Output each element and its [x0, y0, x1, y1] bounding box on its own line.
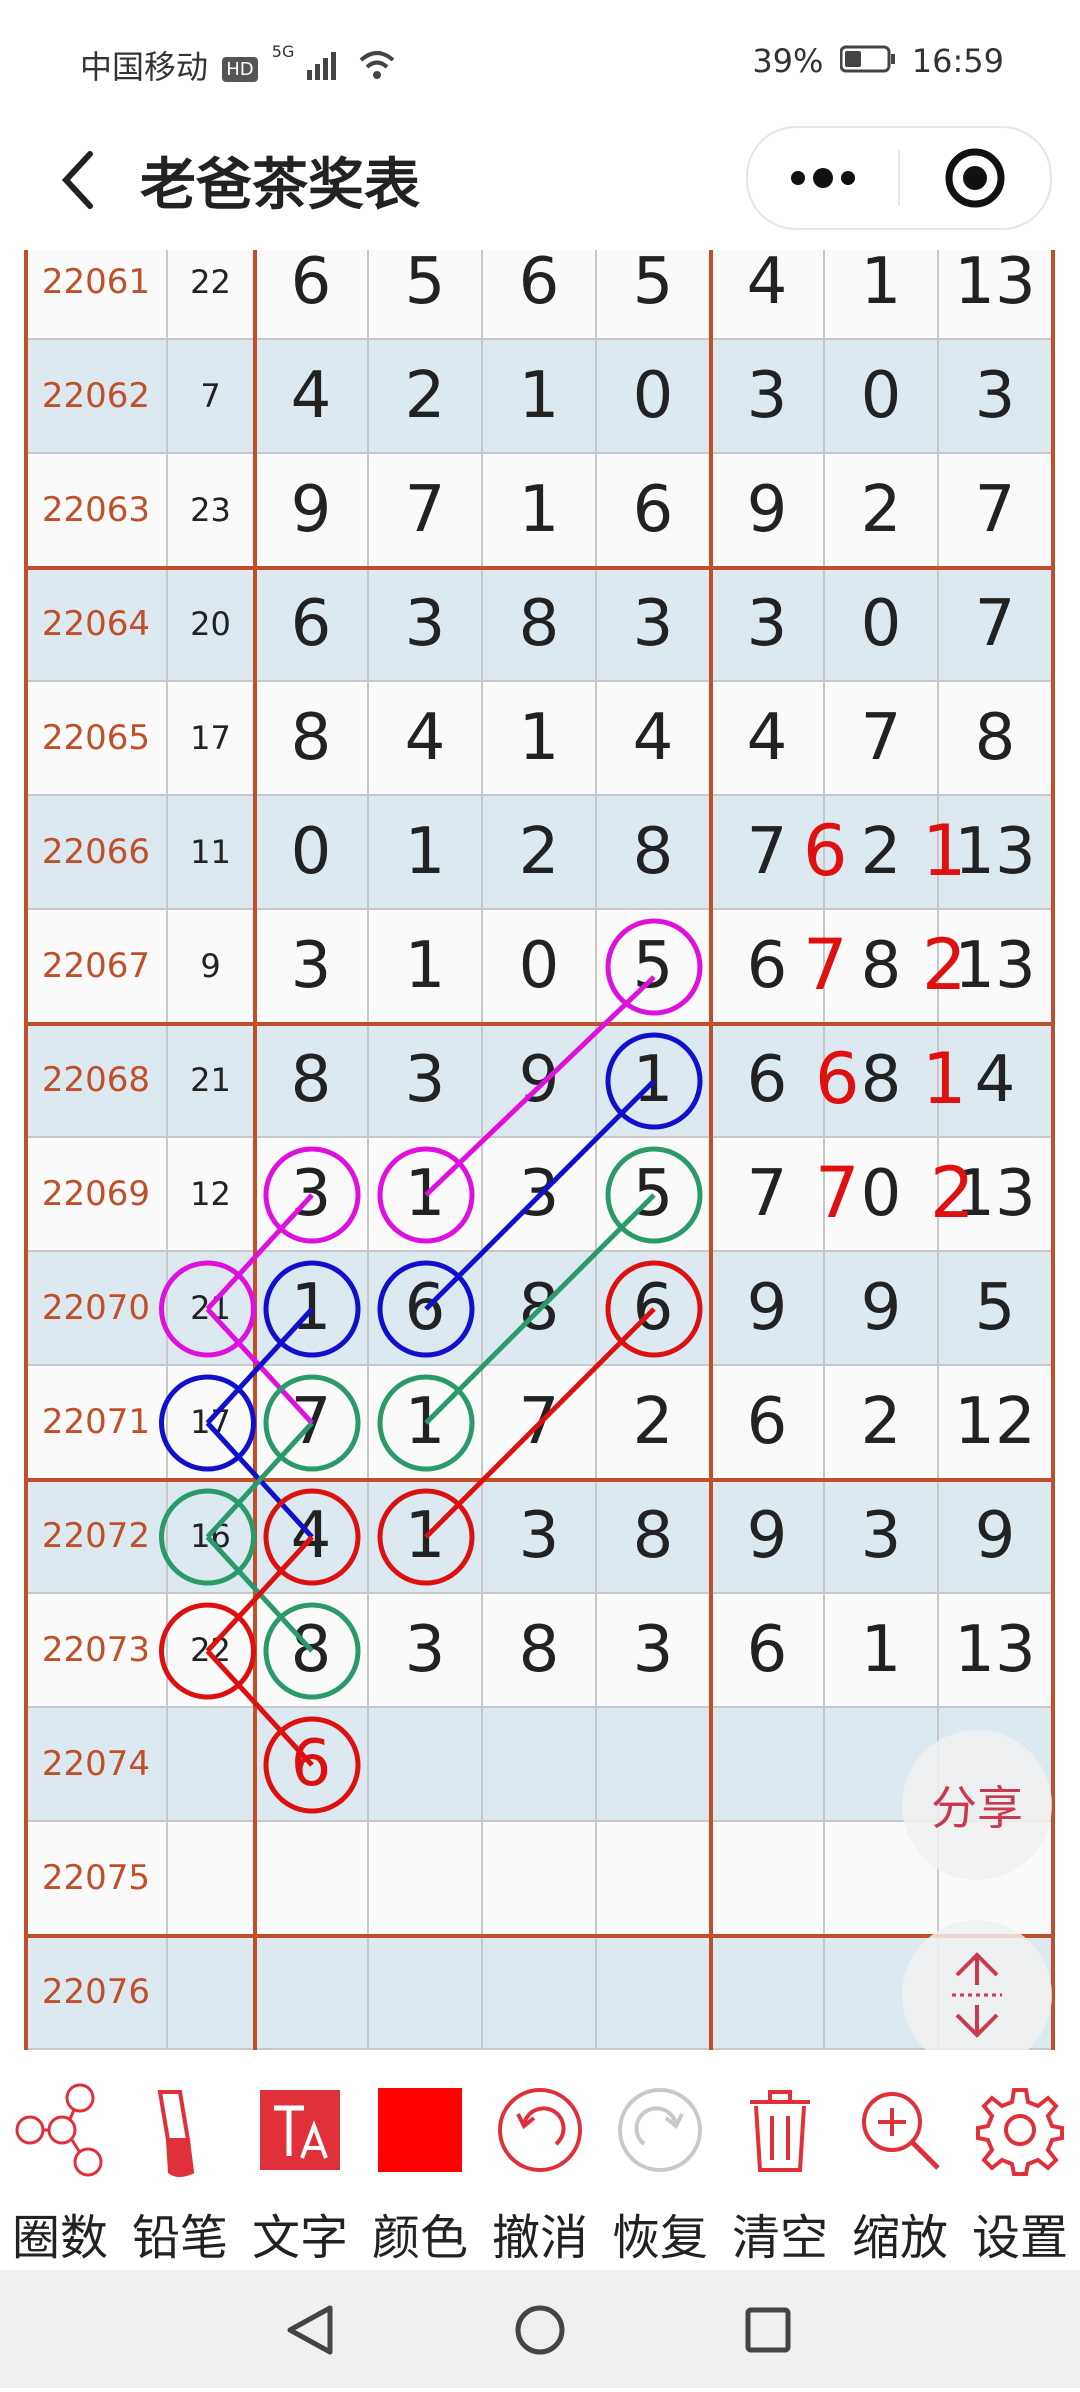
signal-icon	[306, 50, 341, 88]
battery-percent: 39%	[752, 42, 824, 80]
nav-recent-icon[interactable]	[745, 2307, 791, 2353]
mini-program-capsule	[746, 126, 1052, 230]
drawn-line	[205, 1193, 314, 1311]
toolbar-brush-button[interactable]: 铅笔	[120, 2050, 240, 2270]
status-right: 39% 16:59	[752, 42, 1004, 82]
record-target-icon	[945, 148, 1005, 208]
toolbar-label: 颜色	[371, 2210, 468, 2266]
trash-icon	[730, 2080, 830, 2180]
color-swatch-icon	[370, 2080, 470, 2180]
system-nav-bar	[0, 2270, 1080, 2388]
share-label: 分享	[931, 1781, 1023, 1835]
system-nav-icons	[287, 2305, 791, 2355]
toolbar-undo-button[interactable]: 撤消	[480, 2050, 600, 2270]
toolbar-redo-button[interactable]: 恢复	[600, 2050, 720, 2270]
gear-icon	[970, 2080, 1070, 2180]
toolbar-circle-number-button[interactable]: 圈数	[0, 2050, 120, 2270]
text-icon	[250, 2080, 350, 2180]
toolbar-zoom-in-button[interactable]: 缩放	[840, 2050, 960, 2270]
undo-icon	[490, 2080, 590, 2180]
toolbar-label: 撤消	[491, 2210, 588, 2266]
toolbar-label: 缩放	[851, 2210, 948, 2266]
nav-back-icon[interactable]	[287, 2305, 333, 2355]
page-title: 老爸茶奖表	[140, 153, 420, 218]
nav-home-icon[interactable]	[515, 2305, 565, 2355]
toolbar-label: 恢复	[611, 2210, 708, 2266]
hd-badge: HD	[222, 56, 258, 82]
drawn-line	[205, 1649, 314, 1767]
toolbar-text-button[interactable]: 文字	[240, 2050, 360, 2270]
wifi-icon	[357, 50, 397, 88]
bottom-toolbar: 圈数 铅笔 文字 颜色 撤消 恢复 清空 缩放 设置	[0, 2050, 1080, 2270]
more-button[interactable]	[748, 128, 898, 228]
back-button[interactable]	[50, 140, 110, 220]
more-dots-icon	[791, 168, 855, 188]
toolbar-label: 铅笔	[131, 2210, 228, 2266]
toolbar-label: 清空	[731, 2210, 828, 2266]
brush-icon	[130, 2080, 230, 2180]
redo-icon	[610, 2080, 710, 2180]
nav-bar: 老爸茶奖表	[0, 110, 1080, 250]
scroll-up-down-icon	[952, 1952, 1002, 2038]
drawn-circle	[605, 918, 703, 1016]
toolbar-label: 设置	[971, 2210, 1068, 2266]
share-button[interactable]: 分享	[902, 1730, 1052, 1880]
scroll-toggle-button[interactable]	[902, 1920, 1052, 2070]
toolbar-label: 圈数	[11, 2210, 108, 2266]
network-type: 5G	[271, 42, 295, 61]
zoom-in-icon	[850, 2080, 950, 2180]
circle-number-icon	[10, 2080, 110, 2180]
battery-icon	[839, 44, 896, 82]
toolbar-gear-button[interactable]: 设置	[960, 2050, 1080, 2270]
toolbar-trash-button[interactable]: 清空	[720, 2050, 840, 2270]
carrier-name: 中国移动	[80, 48, 209, 86]
toolbar-color-swatch-button[interactable]: 颜色	[360, 2050, 480, 2270]
close-button[interactable]	[900, 128, 1050, 228]
carrier-label: 中国移动 HD 5G	[80, 42, 397, 88]
toolbar-label: 文字	[251, 2210, 348, 2266]
clock-time: 16:59	[911, 42, 1004, 80]
chevron-left-icon	[61, 151, 93, 209]
